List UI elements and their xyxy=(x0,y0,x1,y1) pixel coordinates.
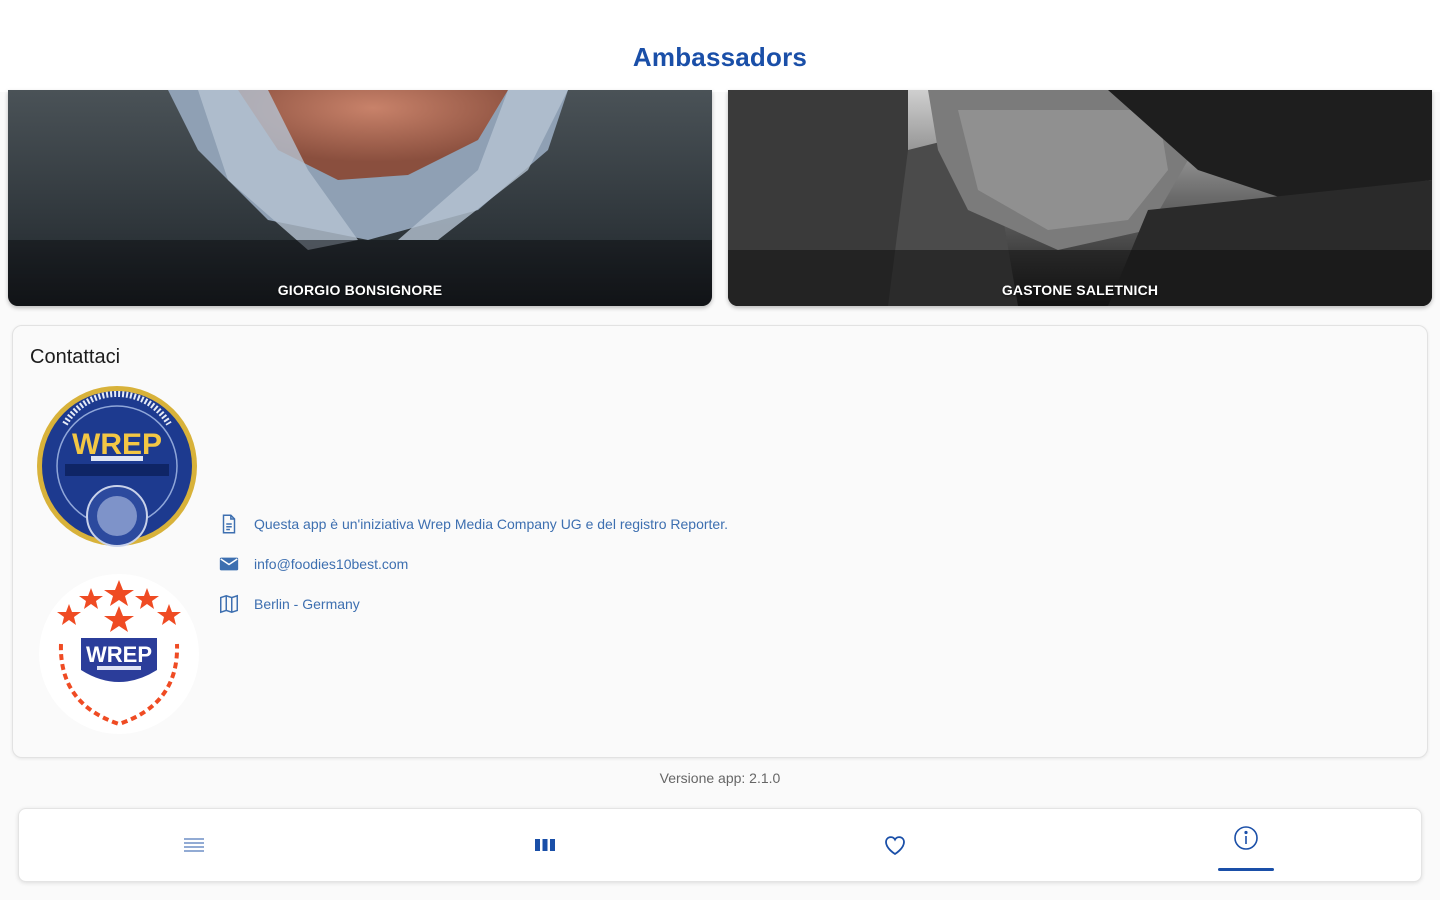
list-icon xyxy=(184,838,205,852)
bottom-navigation xyxy=(18,808,1422,882)
app-header: Ambassadors xyxy=(0,0,1440,92)
document-icon xyxy=(222,514,236,534)
contact-item-about: Questa app è un'iniziativa Wrep Media Co… xyxy=(218,504,728,544)
info-icon xyxy=(1233,826,1258,850)
wrep-seal-logo: WREP xyxy=(37,386,197,547)
app-version: Versione app: 2.1.0 xyxy=(659,770,781,786)
ambassadors-grid: GIORGIO BONSIGNORE GASTONE SALETNICH xyxy=(8,90,1432,306)
contact-item-text: Berlin - Germany xyxy=(254,596,360,612)
contact-card: Contattaci WREP WREP Questa app è un'ini… xyxy=(12,325,1428,758)
contact-list: Questa app è un'iniziativa Wrep Media Co… xyxy=(218,504,728,624)
ambassador-photo xyxy=(8,90,712,306)
contact-item-text: Questa app è un'iniziativa Wrep Media Co… xyxy=(254,516,728,532)
nav-tab-grid[interactable] xyxy=(370,809,721,881)
grid-icon xyxy=(534,839,555,851)
ambassador-name: GIORGIO BONSIGNORE xyxy=(277,282,443,298)
ambassador-photo xyxy=(728,90,1432,306)
app-root: Ambassadors GIORGIO BONSIGNORE GASTONE S… xyxy=(0,0,1440,900)
nav-tab-list[interactable] xyxy=(19,809,370,881)
nav-tab-info[interactable] xyxy=(1071,809,1422,881)
ambassador-name: GASTONE SALETNICH xyxy=(1001,282,1159,298)
wrep-laurel-logo: WREP xyxy=(39,574,199,734)
contact-title: Contattaci xyxy=(30,346,121,368)
page-title: Ambassadors xyxy=(632,41,808,72)
ambassador-card[interactable]: GIORGIO BONSIGNORE xyxy=(8,90,712,306)
contact-item-location[interactable]: Berlin - Germany xyxy=(218,584,728,624)
contact-item-text: info@foodies10best.com xyxy=(254,556,409,572)
contact-item-email[interactable]: info@foodies10best.com xyxy=(218,544,728,584)
nav-tab-favorites[interactable] xyxy=(720,809,1071,881)
svg-text:WREP: WREP xyxy=(86,642,152,667)
active-tab-indicator xyxy=(1217,868,1274,871)
mail-icon xyxy=(219,557,239,571)
map-icon xyxy=(220,594,238,614)
ambassador-card[interactable]: GASTONE SALETNICH xyxy=(728,90,1432,306)
heart-icon xyxy=(885,836,906,856)
